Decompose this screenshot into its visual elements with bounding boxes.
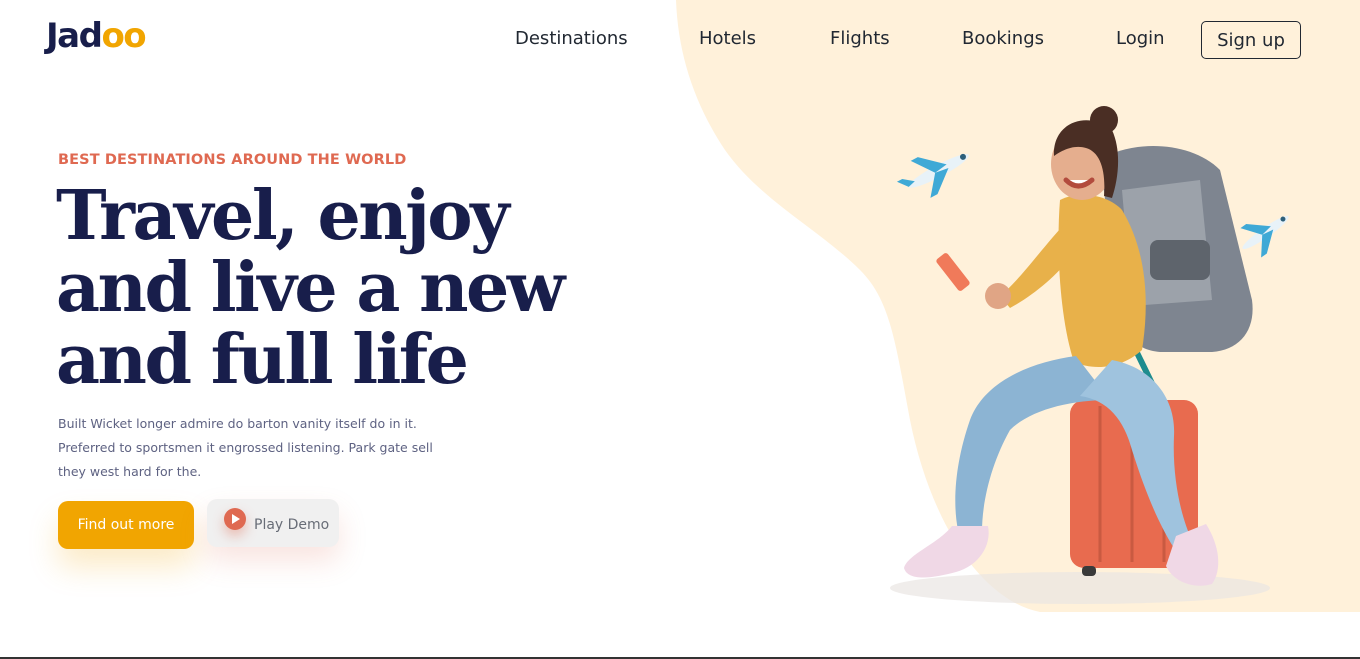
play-demo-label: Play Demo (254, 517, 330, 533)
nav-item-hotels[interactable]: Hotels (699, 28, 756, 49)
landing-page: Jadoo Destinations Hotels Flights Bookin… (0, 0, 1360, 659)
hero-eyebrow: BEST DESTINATIONS AROUND THE WORLD (58, 152, 407, 168)
signup-button[interactable]: Sign up (1201, 21, 1301, 59)
airplane-icon (1240, 215, 1289, 258)
nav-item-flights[interactable]: Flights (830, 28, 890, 49)
traveler-illustration (890, 106, 1289, 604)
play-demo-button[interactable]: Play Demo (207, 499, 339, 547)
logo[interactable]: Jadoo (46, 16, 147, 56)
hero-headline: Travel, enjoy and live a new and full li… (56, 176, 565, 400)
logo-accent-text: oo (101, 16, 146, 56)
nav-item-login[interactable]: Login (1116, 28, 1165, 49)
logo-main-text: Jad (46, 16, 103, 56)
airplane-icon (896, 153, 969, 198)
find-out-more-button[interactable]: Find out more (58, 501, 194, 549)
play-icon (224, 508, 246, 530)
nav-item-bookings[interactable]: Bookings (962, 28, 1044, 49)
nav-item-destinations[interactable]: Destinations (515, 28, 628, 49)
hero-description: Built Wicket longer admire do barton van… (58, 416, 433, 479)
